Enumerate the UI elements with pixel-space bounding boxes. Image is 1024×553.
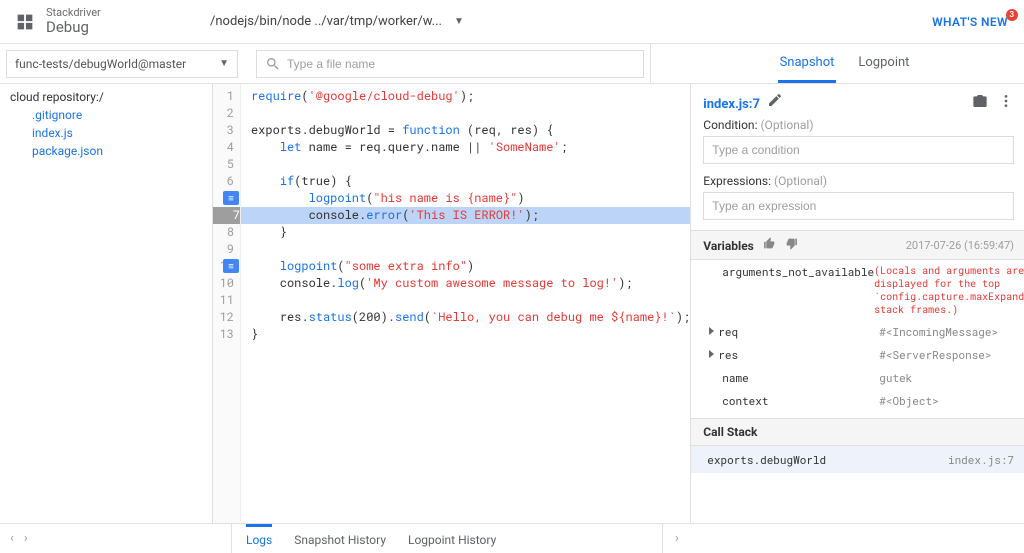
search-icon [265,56,281,72]
line-number[interactable]: 3 [213,122,234,139]
condition-input[interactable] [703,136,1014,164]
variable-name: arguments_not_available [722,264,874,279]
tab-snapshot-history[interactable]: Snapshot History [294,524,386,553]
file-search-input[interactable] [287,57,635,71]
file-item-package[interactable]: package.json [10,142,212,160]
variable-name: name [722,370,748,385]
variable-row[interactable]: context #<Object> [703,389,1014,412]
whats-new-link[interactable]: WHAT'S NEW 3 [932,15,1008,29]
expressions-label: Expressions: [703,174,771,188]
thumbs-up-icon[interactable] [763,239,779,253]
whats-new-label: WHAT'S NEW [932,15,1008,29]
line-number[interactable]: 2 [213,105,234,122]
code-line[interactable] [251,292,690,309]
code-line[interactable] [251,105,690,122]
expression-input[interactable] [703,192,1014,220]
file-tree: cloud repository:/ .gitignore index.js p… [0,84,213,523]
variable-row[interactable]: name gutek [703,366,1014,389]
breadcrumb-text: /nodejs/bin/node ../var/tmp/worker/w... [210,14,442,29]
chevron-right-icon[interactable]: › [24,531,28,546]
code-line[interactable]: console.log('My custom awesome message t… [251,275,690,292]
file-search[interactable] [256,50,644,78]
file-item-index[interactable]: index.js [10,124,212,142]
whats-new-badge: 3 [1006,9,1018,21]
variable-value: (Locals and arguments are only displayed… [874,264,1024,316]
tab-logs[interactable]: Logs [246,524,272,553]
edit-icon[interactable] [767,97,783,111]
variable-value: #<IncomingMessage> [879,324,1014,339]
callstack-fn: exports.debugWorld [707,452,826,467]
condition-label: Condition: [703,118,757,132]
variable-value: #<ServerResponse> [879,347,1014,362]
callstack-row[interactable]: exports.debugWorld index.js:7 [691,446,1024,473]
callstack-header: Call Stack [703,425,757,439]
snapshot-timestamp: 2017-07-26 (16:59:47) [906,239,1014,252]
chevron-down-icon: ▼ [219,58,229,69]
code-line[interactable]: ≡ logpoint("his name is {name}") [251,190,690,207]
line-number[interactable]: 10 [213,275,234,292]
logpoint-badge-icon[interactable]: ≡ [223,191,239,205]
code-line[interactable]: let name = req.query.name || 'SomeName'; [251,139,690,156]
code-line[interactable]: exports.debugWorld = function (req, res)… [251,122,690,139]
branch-selector-value: func-tests/debugWorld@master [15,57,186,71]
code-editor[interactable]: 12345677891010111213 require('@google/cl… [213,84,691,523]
target-breadcrumb[interactable]: /nodejs/bin/node ../var/tmp/worker/w... … [190,14,932,29]
brand-bottom: Debug [46,19,101,36]
code-line[interactable]: if(true) { [251,173,690,190]
line-number[interactable]: 1 [213,88,234,105]
chevron-down-icon: ▼ [454,16,464,27]
logpoint-badge-icon[interactable]: ≡ [223,259,239,273]
code-line[interactable]: res.status(200).send(`Hello, you can deb… [251,309,690,326]
variable-name: context [722,393,768,408]
line-number[interactable]: 4 [213,139,234,156]
expand-caret-icon[interactable] [709,327,714,335]
line-number[interactable]: 11 [213,292,234,309]
camera-icon[interactable] [972,93,988,112]
optional-hint: (Optional) [760,118,813,132]
variable-row[interactable]: res #<ServerResponse> [703,343,1014,366]
more-icon[interactable] [998,93,1014,112]
code-line[interactable] [251,156,690,173]
code-line[interactable] [251,241,690,258]
tab-logpoint-history[interactable]: Logpoint History [408,524,496,553]
line-number[interactable]: 7 [213,207,240,224]
variable-value: #<Object> [879,393,1014,408]
repo-root[interactable]: cloud repository:/ [10,88,212,106]
variable-name: req [718,324,738,339]
stackdriver-logo-icon [14,11,36,33]
product-brand: Stackdriver Debug [14,7,190,36]
callstack-file: index.js:7 [948,452,1014,467]
variable-name: res [718,347,738,362]
line-number[interactable]: 8 [213,224,234,241]
code-line[interactable]: require('@google/cloud-debug'); [251,88,690,105]
optional-hint: (Optional) [774,174,827,188]
line-number[interactable]: 13 [213,326,234,343]
code-line[interactable]: console.error('This IS ERROR!'); [251,207,690,224]
tab-snapshot[interactable]: Snapshot [778,44,837,83]
code-line[interactable]: } [251,224,690,241]
tab-logpoint[interactable]: Logpoint [856,44,911,83]
snapshot-panel: index.js:7 Condition: (Optional) Express… [691,84,1024,523]
variables-header: Variables [703,239,754,253]
thumbs-down-icon[interactable] [785,239,798,253]
file-item-gitignore[interactable]: .gitignore [10,106,212,124]
code-line[interactable]: ≡ logpoint("some extra info") [251,258,690,275]
code-line[interactable]: } [251,326,690,343]
variable-row[interactable]: req #<IncomingMessage> [703,320,1014,343]
variable-row[interactable]: arguments_not_available(Locals and argum… [703,260,1014,320]
line-number[interactable]: 6 [213,173,234,190]
variable-value: gutek [879,370,1014,385]
line-number[interactable]: 5 [213,156,234,173]
chevron-right-icon[interactable]: › [675,531,679,546]
expand-caret-icon[interactable] [709,350,714,358]
line-number[interactable]: 9 [213,241,234,258]
branch-selector[interactable]: func-tests/debugWorld@master ▼ [6,50,238,78]
line-number[interactable]: 12 [213,309,234,326]
snapshot-location-link[interactable]: index.js:7 [703,97,760,112]
chevron-left-icon[interactable]: ‹ [10,531,14,546]
